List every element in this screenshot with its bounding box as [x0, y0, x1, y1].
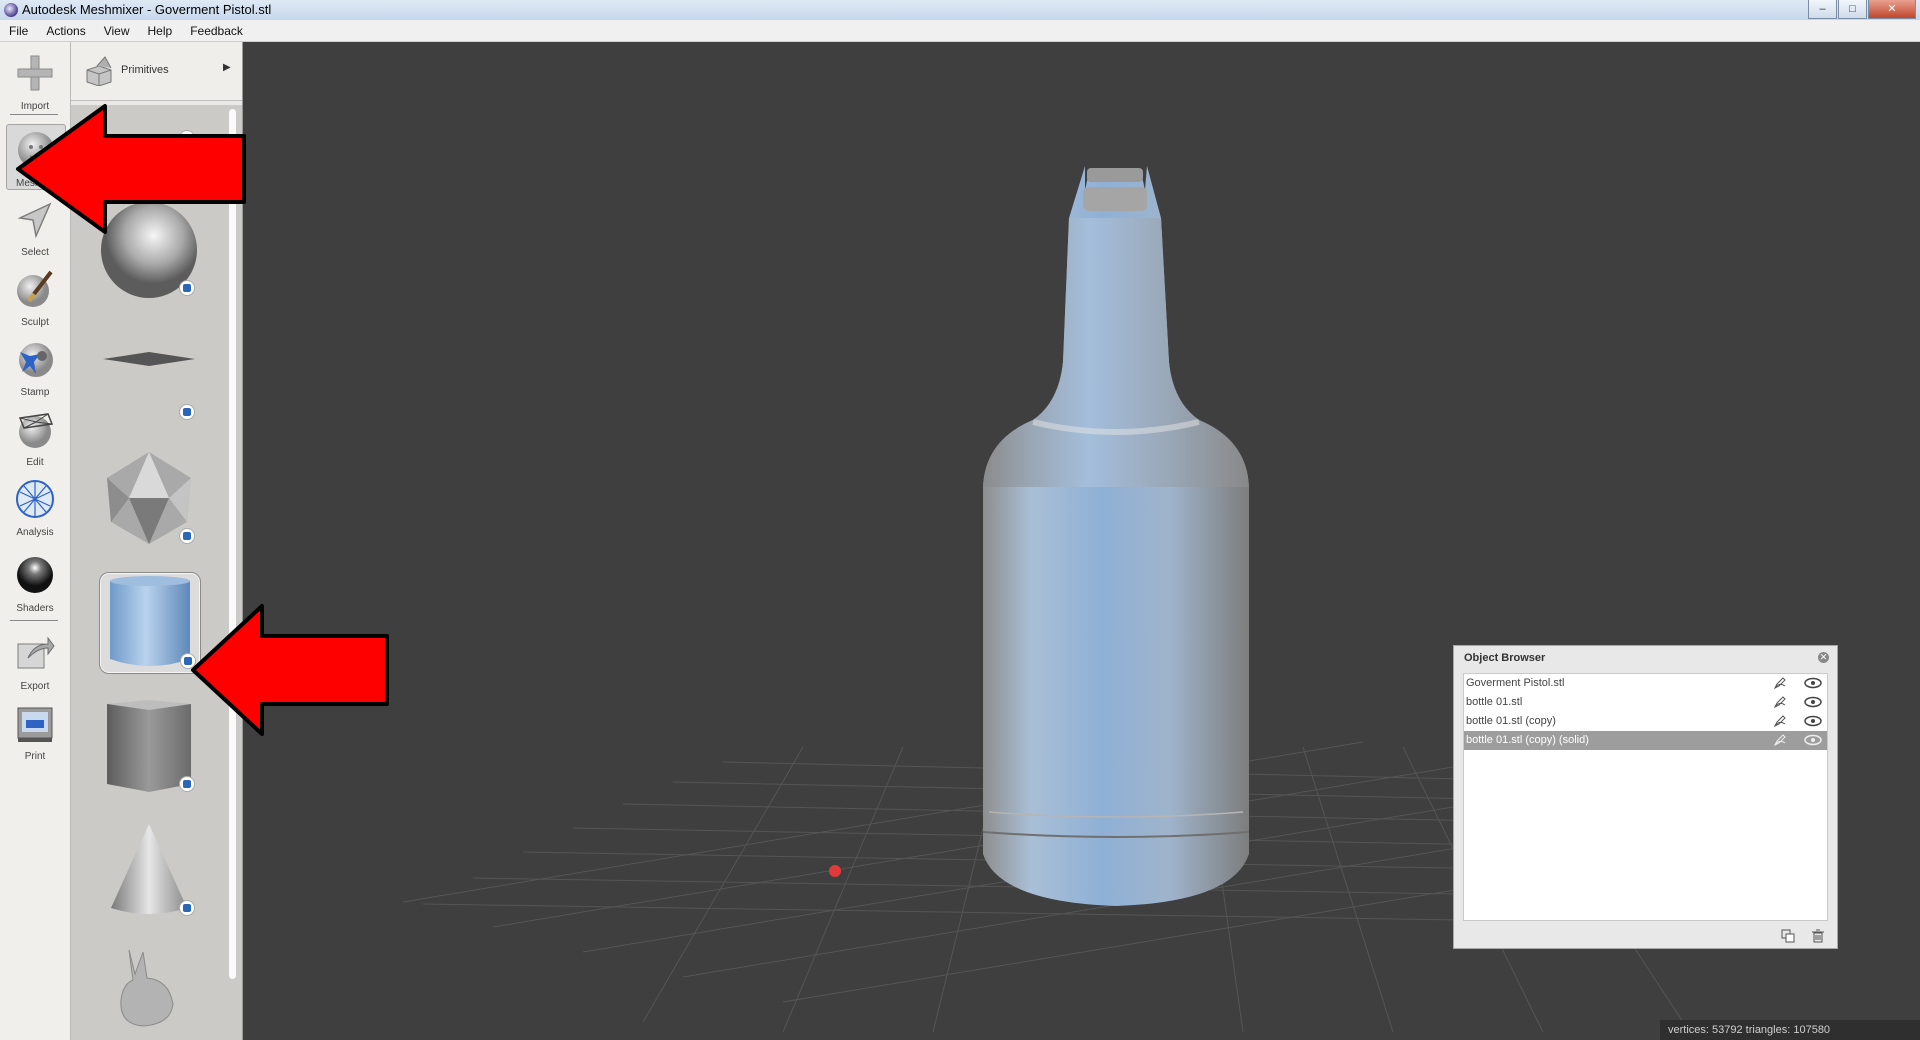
primitive-cylinder[interactable]	[99, 572, 201, 674]
plus-icon	[17, 55, 53, 91]
visibility-eye-icon[interactable]	[1804, 715, 1822, 727]
palette-header[interactable]: Primitives ▶	[71, 42, 242, 101]
object-name: bottle 01.stl (copy)	[1466, 715, 1556, 727]
object-list: Goverment Pistol.stl bottle 01.stl bottl…	[1463, 673, 1828, 921]
annotation-arrow-icon	[16, 104, 246, 234]
menu-view[interactable]: View	[95, 24, 139, 38]
shader-ball-icon	[17, 557, 53, 593]
pivot-point	[829, 865, 841, 877]
status-bar: vertices: 53792 triangles: 107580	[1660, 1020, 1920, 1040]
primitive-cube[interactable]	[99, 696, 199, 796]
tool-label: Edit	[26, 457, 44, 468]
maximize-button[interactable]: □	[1838, 0, 1867, 19]
object-row-selected[interactable]: bottle 01.stl (copy) (solid)	[1464, 731, 1827, 750]
window-title: Autodesk Meshmixer - Goverment Pistol.st…	[22, 2, 272, 17]
export-icon	[17, 636, 55, 669]
menu-actions[interactable]: Actions	[37, 24, 94, 38]
stamp-icon	[19, 343, 53, 377]
object-row[interactable]: bottle 01.stl	[1464, 693, 1827, 712]
menu-feedback[interactable]: Feedback	[181, 24, 252, 38]
tool-edit[interactable]: Edit	[6, 404, 64, 468]
mesh-badge-icon	[179, 280, 195, 296]
edit-object-icon[interactable]	[1773, 714, 1787, 728]
visibility-eye-icon[interactable]	[1804, 677, 1822, 689]
tool-stamp[interactable]: Stamp	[6, 334, 64, 398]
expand-arrow-icon[interactable]: ▶	[223, 62, 231, 73]
visibility-eye-icon[interactable]	[1804, 734, 1822, 746]
minimize-button[interactable]: –	[1808, 0, 1837, 19]
primitive-cone[interactable]	[99, 820, 199, 920]
tool-label: Select	[21, 247, 49, 258]
window-controls: – □ ✕	[1807, 0, 1916, 19]
mesh-badge-icon	[179, 528, 195, 544]
primitives-list	[71, 105, 242, 1040]
tool-shaders[interactable]: Shaders	[6, 550, 64, 614]
bottle-model	[982, 166, 1250, 906]
close-panel-icon[interactable]: ✕	[1818, 652, 1829, 663]
close-button[interactable]: ✕	[1868, 0, 1916, 19]
menu-file[interactable]: File	[0, 24, 37, 38]
tool-label: Shaders	[16, 603, 54, 614]
palette-category: Primitives	[121, 64, 169, 76]
object-row[interactable]: bottle 01.stl (copy)	[1464, 712, 1827, 731]
primitive-plane[interactable]	[99, 324, 199, 424]
toolbar-divider	[10, 620, 58, 621]
title-bar: Autodesk Meshmixer - Goverment Pistol.st…	[0, 0, 1920, 21]
sculpt-brush-icon	[17, 270, 53, 307]
primitive-icosahedron[interactable]	[99, 448, 199, 548]
duplicate-icon[interactable]	[1781, 929, 1795, 943]
menu-help[interactable]: Help	[139, 24, 182, 38]
object-browser-panel: Object Browser ✕ Goverment Pistol.stl bo…	[1453, 645, 1838, 949]
edit-object-icon[interactable]	[1773, 733, 1787, 747]
mesh-badge-icon	[179, 776, 195, 792]
analysis-icon	[16, 480, 54, 518]
printer-icon	[17, 707, 53, 742]
tool-label: Sculpt	[21, 317, 49, 328]
object-name: bottle 01.stl (copy) (solid)	[1466, 734, 1589, 746]
tool-print[interactable]: Print	[6, 698, 64, 762]
menu-bar: File Actions View Help Feedback	[0, 20, 1920, 42]
tool-label: Export	[20, 681, 50, 692]
edit-icon	[18, 413, 54, 448]
edit-object-icon[interactable]	[1773, 676, 1787, 690]
tool-label: Stamp	[20, 387, 50, 398]
tool-export[interactable]: Export	[6, 628, 64, 692]
tool-analysis[interactable]: Analysis	[6, 474, 64, 538]
annotation-arrow-icon	[191, 604, 389, 736]
edit-object-icon[interactable]	[1773, 695, 1787, 709]
object-row[interactable]: Goverment Pistol.stl	[1464, 674, 1827, 693]
tool-sculpt[interactable]: Sculpt	[6, 264, 64, 328]
visibility-eye-icon[interactable]	[1804, 696, 1822, 708]
object-name: bottle 01.stl	[1466, 696, 1523, 708]
trash-icon[interactable]	[1811, 929, 1825, 943]
bunny-icon	[120, 949, 174, 1027]
mesh-badge-icon	[179, 404, 195, 420]
mesh-badge-icon	[179, 900, 195, 916]
tool-label: Analysis	[16, 527, 54, 538]
tool-label: Print	[24, 751, 46, 762]
primitives-icon	[86, 56, 112, 86]
object-browser-title: Object Browser	[1464, 652, 1546, 664]
meshmixer-app-icon	[4, 3, 18, 17]
object-name: Goverment Pistol.stl	[1466, 677, 1565, 689]
palette-scrollbar[interactable]	[229, 109, 236, 979]
primitive-bunny[interactable]	[99, 944, 199, 1040]
